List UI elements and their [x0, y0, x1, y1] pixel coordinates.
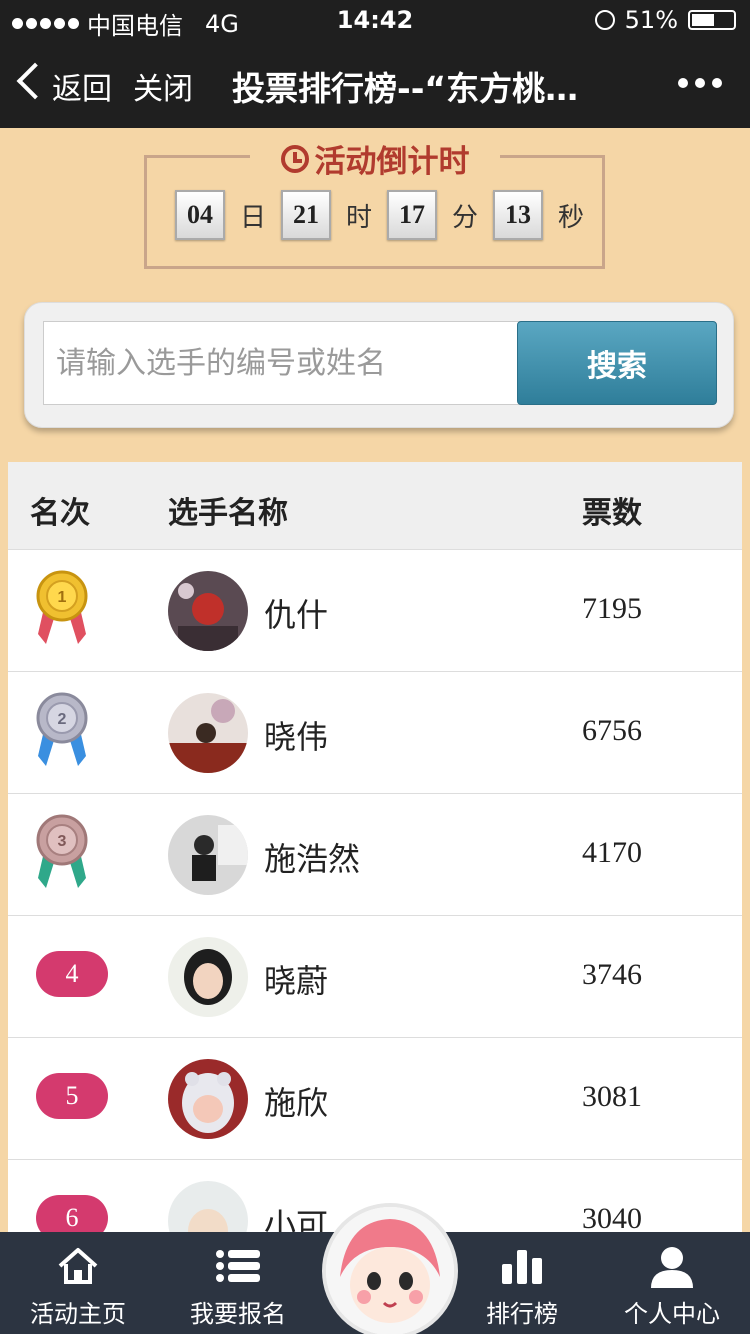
rank-cell: 1 — [28, 568, 98, 648]
silver-medal-icon: 2 — [36, 692, 88, 766]
header-votes: 票数 — [582, 496, 642, 531]
search-card: 搜索 — [24, 302, 734, 428]
alarm-icon — [594, 10, 615, 30]
countdown-seconds-unit: 秒 — [557, 202, 584, 233]
player-name[interactable]: 晓伟 — [264, 712, 328, 758]
status-bar: 中国电信 4G 14:42 51% — [0, 0, 750, 40]
vote-count: 4170 — [582, 836, 642, 869]
vote-count: 3746 — [582, 958, 642, 991]
rank-cell: 2 — [28, 690, 98, 770]
tab-signup-label: 我要报名 — [190, 1300, 286, 1328]
countdown-seconds: 13 — [493, 190, 543, 240]
nav-bar: 返回 关闭 投票排行榜--“东方桃… — [0, 40, 750, 128]
battery-icon — [688, 10, 736, 30]
back-icon[interactable] — [16, 62, 54, 100]
list-icon — [216, 1250, 260, 1282]
avatar — [168, 815, 248, 895]
search-input[interactable] — [43, 321, 521, 405]
search-button[interactable]: 搜索 — [517, 321, 717, 405]
back-button[interactable]: 返回 — [52, 64, 112, 108]
bar-chart-icon — [502, 1250, 542, 1284]
tab-home[interactable]: 活动主页 — [0, 1232, 156, 1334]
page-title: 投票排行榜--“东方桃… — [232, 69, 579, 108]
countdown-hours: 21 — [281, 190, 331, 240]
countdown-row: 04 日 21 时 17 分 13 秒 — [175, 190, 599, 240]
medal-rank-label: 2 — [58, 711, 67, 728]
countdown-minutes: 17 — [387, 190, 437, 240]
vote-count: 6756 — [582, 714, 642, 747]
mascot-button[interactable] — [322, 1203, 458, 1334]
table-row[interactable]: 2 晓伟 6756 — [8, 672, 742, 794]
clock-icon — [280, 144, 309, 173]
player-name[interactable]: 施欣 — [264, 1078, 328, 1124]
countdown-hours-unit: 时 — [345, 202, 372, 233]
tab-ranking[interactable]: 排行榜 — [444, 1232, 600, 1334]
rank-cell: 5 — [28, 1056, 108, 1136]
countdown-days: 04 — [175, 190, 225, 240]
bronze-medal-icon: 3 — [36, 814, 88, 888]
home-icon — [58, 1248, 98, 1284]
countdown-title-text: 活动倒计时 — [314, 144, 470, 180]
user-icon — [651, 1247, 693, 1288]
vote-count: 7195 — [582, 592, 642, 625]
countdown-minutes-unit: 分 — [451, 202, 478, 233]
status-right: 51% — [594, 6, 736, 34]
player-name[interactable]: 施浩然 — [264, 834, 360, 880]
avatar — [168, 937, 248, 1017]
avatar — [168, 1059, 248, 1139]
tab-home-label: 活动主页 — [30, 1300, 126, 1328]
countdown-title: 活动倒计时 — [250, 136, 500, 181]
vote-count: 3081 — [582, 1080, 642, 1113]
table-row[interactable]: 5 施欣 3081 — [8, 1038, 742, 1160]
more-icon[interactable] — [678, 78, 722, 88]
rank-cell: 4 — [28, 934, 108, 1014]
medal-rank-label: 3 — [58, 833, 67, 850]
avatar — [168, 571, 248, 651]
tab-signup[interactable]: 我要报名 — [160, 1232, 316, 1334]
rank-cell: 3 — [28, 812, 98, 892]
medal-rank-label: 1 — [58, 589, 67, 606]
rank-badge: 4 — [36, 951, 108, 997]
battery-percent: 51% — [624, 6, 678, 34]
table-header: 名次 选手名称 票数 — [8, 462, 742, 550]
tab-profile-label: 个人中心 — [624, 1300, 720, 1328]
player-name[interactable]: 仇什 — [264, 590, 328, 636]
rank-badge: 5 — [36, 1073, 108, 1119]
avatar — [168, 693, 248, 773]
gold-medal-icon: 1 — [36, 570, 88, 644]
header-rank: 名次 — [30, 496, 90, 531]
tab-ranking-label: 排行榜 — [486, 1300, 558, 1328]
mascot-avatar-icon — [326, 1207, 454, 1334]
close-button[interactable]: 关闭 — [133, 64, 193, 108]
table-row[interactable]: 1 仇什 7195 — [8, 550, 742, 672]
ranking-table: 名次 选手名称 票数 1 仇什 7195 2 晓伟 6756 3 施浩然 417… — [8, 462, 742, 1282]
countdown-days-unit: 日 — [239, 202, 266, 233]
player-name[interactable]: 晓蔚 — [264, 956, 328, 1002]
table-row[interactable]: 4 晓蔚 3746 — [8, 916, 742, 1038]
vote-count: 3040 — [582, 1202, 642, 1235]
header-name: 选手名称 — [168, 496, 288, 531]
tab-profile[interactable]: 个人中心 — [594, 1232, 750, 1334]
table-row[interactable]: 3 施浩然 4170 — [8, 794, 742, 916]
countdown-panel: 活动倒计时 04 日 21 时 17 分 13 秒 — [144, 136, 605, 269]
